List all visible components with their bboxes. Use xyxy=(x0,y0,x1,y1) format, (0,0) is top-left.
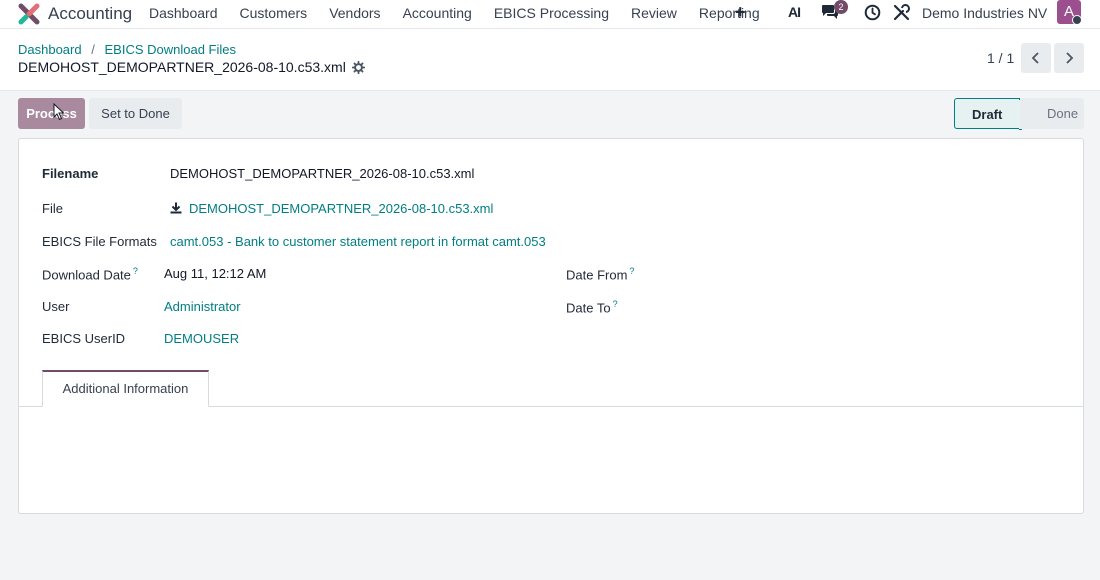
set-to-done-button[interactable]: Set to Done xyxy=(89,98,182,129)
breadcrumb-separator: / xyxy=(91,42,95,57)
record-title: DEMOHOST_DEMOPARTNER_2026-08-10.c53.xml xyxy=(18,59,365,75)
tab-additional-information[interactable]: Additional Information xyxy=(42,370,209,407)
date-from-label-text: Date From xyxy=(566,267,628,283)
menu-dashboard[interactable]: Dashboard xyxy=(149,5,218,21)
record-title-text: DEMOHOST_DEMOPARTNER_2026-08-10.c53.xml xyxy=(18,59,346,75)
ebics-userid-value[interactable]: DEMOUSER xyxy=(164,331,239,346)
stage-draft-label: Draft xyxy=(972,107,1003,122)
menu-reporting[interactable]: Reporting xyxy=(699,5,760,21)
plus-icon[interactable]: + xyxy=(735,2,746,23)
chevron-left-icon xyxy=(1031,52,1039,64)
filename-value[interactable]: DEMOHOST_DEMOPARTNER_2026-08-10.c53.xml xyxy=(170,166,474,181)
presence-status-dot xyxy=(1072,15,1082,25)
breadcrumb-dashboard[interactable]: Dashboard xyxy=(18,42,82,57)
date-to-help-icon[interactable]: ? xyxy=(613,299,618,309)
filename-label: Filename xyxy=(42,166,99,181)
main-menu: Dashboard Customers Vendors Accounting E… xyxy=(149,5,782,21)
pager-value[interactable]: 1 / 1 xyxy=(987,50,1014,66)
stage-done[interactable]: Done xyxy=(1020,98,1084,129)
pager-next-button[interactable] xyxy=(1054,43,1084,73)
gear-icon[interactable] xyxy=(351,60,365,74)
file-download-link[interactable]: DEMOHOST_DEMOPARTNER_2026-08-10.c53.xml xyxy=(170,201,493,216)
ebics-file-formats-label: EBICS File Formats xyxy=(42,234,157,249)
clock-icon[interactable] xyxy=(864,4,881,21)
download-date-help-icon[interactable]: ? xyxy=(133,266,138,276)
menu-customers[interactable]: Customers xyxy=(240,5,308,21)
user-value[interactable]: Administrator xyxy=(164,299,241,314)
user-label: User xyxy=(42,299,70,314)
menu-ebics-processing[interactable]: EBICS Processing xyxy=(494,5,609,21)
accounting-app-icon[interactable] xyxy=(18,3,40,25)
form-sheet: Filename DEMOHOST_DEMOPARTNER_2026-08-10… xyxy=(18,138,1084,514)
file-label: File xyxy=(42,201,63,216)
menu-accounting[interactable]: Accounting xyxy=(403,5,472,21)
ai-icon[interactable]: AI xyxy=(788,4,801,20)
download-date-value[interactable]: Aug 11, 12:12 AM xyxy=(164,266,266,281)
download-icon xyxy=(170,202,182,214)
breadcrumb-ebics-download-files[interactable]: EBICS Download Files xyxy=(104,42,236,57)
ebics-file-formats-value[interactable]: camt.053 - Bank to customer statement re… xyxy=(170,234,546,249)
file-download-link-text: DEMOHOST_DEMOPARTNER_2026-08-10.c53.xml xyxy=(189,201,494,216)
breadcrumb: Dashboard / EBICS Download Files xyxy=(18,42,236,57)
pager-previous-button[interactable] xyxy=(1021,43,1051,73)
date-from-help-icon[interactable]: ? xyxy=(629,266,634,276)
tools-icon[interactable] xyxy=(893,4,910,21)
control-panel: Dashboard / EBICS Download Files DEMOHOS… xyxy=(0,29,1100,91)
download-date-label-text: Download Date xyxy=(42,267,131,283)
ebics-userid-label: EBICS UserID xyxy=(42,331,126,346)
date-to-label-text: Date To xyxy=(566,300,611,316)
status-bar: Draft Done xyxy=(954,98,1084,130)
menu-vendors[interactable]: Vendors xyxy=(329,5,380,21)
stage-draft[interactable]: Draft xyxy=(954,98,1033,130)
mouse-pointer-icon xyxy=(53,103,65,121)
chevron-right-icon xyxy=(1066,52,1074,64)
process-button[interactable]: Process xyxy=(18,98,85,129)
date-to-label: Date To? xyxy=(566,299,618,315)
menu-review[interactable]: Review xyxy=(631,5,677,21)
chat-badge: 2 xyxy=(834,0,848,14)
top-navbar: Accounting Dashboard Customers Vendors A… xyxy=(0,0,1100,29)
stage-done-label: Done xyxy=(1047,106,1079,121)
date-from-label: Date From? xyxy=(566,266,634,282)
download-date-label: Download Date? xyxy=(42,266,138,282)
company-switcher[interactable]: Demo Industries NV xyxy=(922,5,1047,21)
app-name[interactable]: Accounting xyxy=(48,4,132,24)
